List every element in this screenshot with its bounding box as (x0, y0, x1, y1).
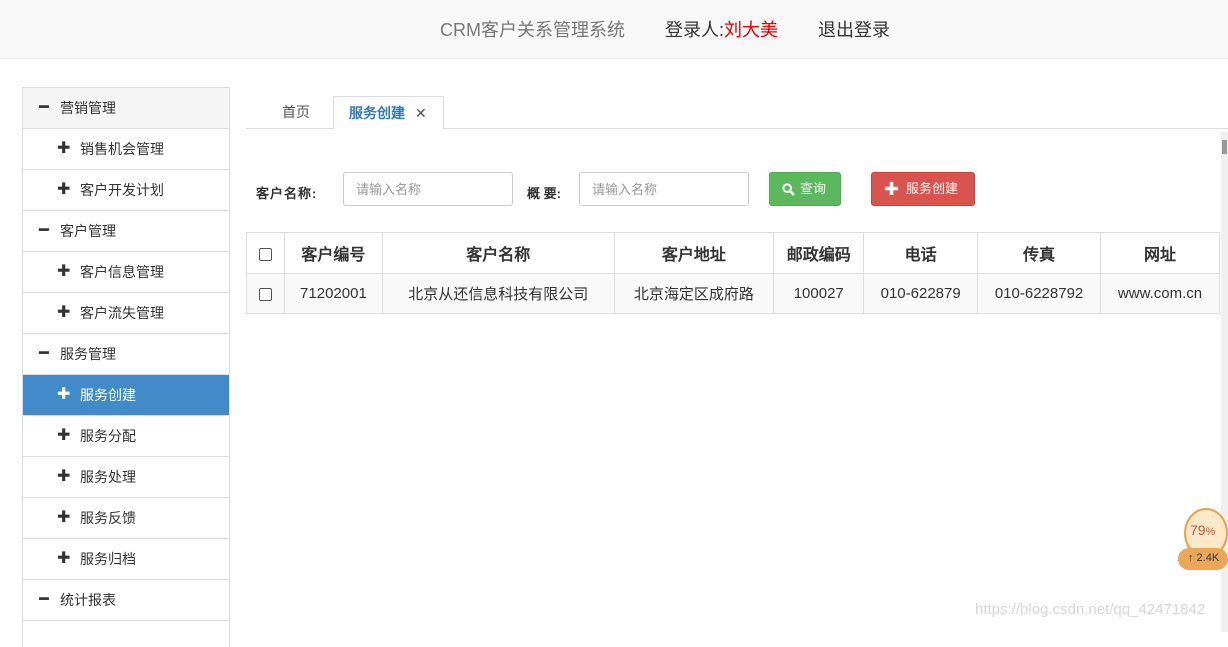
select-all-checkbox[interactable] (258, 247, 272, 261)
sidebar: ━ 营销管理 ✚ 销售机会管理 ✚ 客户开发计划 ━ 客户管理 ✚ 客户信息管理… (22, 87, 230, 647)
tab-service-create[interactable]: 服务创建 ✕ (333, 96, 444, 130)
minus-icon: ━ (39, 222, 49, 239)
plus-icon: ✚ (57, 304, 71, 321)
summary-label: 概 要: (527, 186, 561, 201)
tab-label: 服务创建 (349, 105, 405, 121)
customer-name-label: 客户名称: (256, 186, 318, 201)
plus-icon: ✚ (57, 509, 71, 526)
sidebar-item-label: 服务分配 (80, 428, 136, 444)
table-cell: www.com.cn (1100, 273, 1220, 314)
plus-icon: ✚ (57, 140, 71, 157)
column-header[interactable]: 邮政编码 (773, 232, 865, 274)
widget-speed: ↑ 2.4K (1188, 552, 1220, 564)
sidebar-item-label: 客户管理 (60, 223, 116, 239)
speed-widget[interactable]: 79% ↑ 2.4K (1178, 504, 1228, 574)
column-header[interactable]: 网址 (1100, 232, 1220, 274)
sidebar-group-customer[interactable]: ━ 客户管理 (23, 211, 229, 252)
sidebar-item-label: 服务管理 (60, 346, 116, 362)
sidebar-item-label: 服务创建 (80, 387, 136, 403)
table-row[interactable]: 71202001 北京从还信息科技有限公司 北京海定区成府路 100027 01… (246, 273, 1220, 314)
scrollbar-thumb[interactable] (1222, 140, 1227, 154)
sidebar-item-label: 服务反馈 (80, 510, 136, 526)
app-title[interactable]: CRM客户关系管理系统 (440, 16, 625, 42)
plus-icon: ✚ (57, 263, 71, 280)
plus-icon: ✚ (57, 181, 71, 198)
query-button-label: 查询 (800, 181, 827, 196)
sidebar-item-label: 客户开发计划 (80, 182, 164, 198)
sidebar-item-service-create[interactable]: ✚ 服务创建 (23, 375, 229, 416)
minus-icon: ━ (39, 345, 49, 362)
plus-icon: ✚ (57, 386, 71, 403)
column-header[interactable]: 传真 (977, 232, 1101, 274)
plus-icon: ✚ (57, 468, 71, 485)
login-label: 登录人: (665, 20, 725, 40)
sidebar-item-service-archive[interactable]: ✚ 服务归档 (23, 539, 229, 580)
table-cell: 100027 (773, 273, 865, 314)
column-header[interactable]: 客户编号 (283, 232, 383, 274)
login-info: 登录人:刘大美 (665, 16, 778, 42)
summary-input[interactable] (579, 172, 749, 206)
column-header[interactable]: 客户名称 (381, 232, 615, 274)
sidebar-item-label: 客户流失管理 (80, 305, 164, 321)
column-header[interactable]: 客户地址 (613, 232, 775, 274)
table-cell: 北京从还信息科技有限公司 (381, 273, 615, 314)
sidebar-item-label: 客户信息管理 (80, 264, 164, 280)
table-cell: 71202001 (283, 273, 383, 314)
service-create-button-label: 服务创建 (906, 181, 959, 196)
table-header-row: 客户编号 客户名称 客户地址 邮政编码 电话 传真 网址 (246, 232, 1220, 274)
column-header[interactable]: 电话 (863, 232, 979, 274)
login-user: 刘大美 (724, 20, 779, 40)
row-select-cell (246, 273, 285, 314)
sidebar-item-service-feedback[interactable]: ✚ 服务反馈 (23, 498, 229, 539)
customer-name-input[interactable] (343, 172, 513, 206)
table-cell: 010-622879 (863, 273, 979, 314)
service-create-button[interactable]: ✚ 服务创建 (871, 172, 975, 206)
query-button[interactable]: 查询 (769, 172, 841, 206)
sidebar-item-customer-info[interactable]: ✚ 客户信息管理 (23, 252, 229, 293)
sidebar-group-marketing[interactable]: ━ 营销管理 (23, 88, 229, 129)
minus-icon: ━ (39, 99, 49, 116)
plus-icon: ✚ (884, 179, 900, 199)
sidebar-item-label: 服务归档 (80, 551, 136, 567)
customer-table: 客户编号 客户名称 客户地址 邮政编码 电话 传真 网址 71202001 北京… (246, 232, 1220, 314)
close-icon[interactable]: ✕ (415, 97, 427, 129)
sidebar-item-label: 销售机会管理 (80, 141, 164, 157)
plus-icon: ✚ (57, 550, 71, 567)
sidebar-group-service[interactable]: ━ 服务管理 (23, 334, 229, 375)
row-checkbox[interactable] (258, 287, 272, 301)
widget-percent: 79% (1190, 522, 1216, 538)
top-navbar: CRM客户关系管理系统 登录人:刘大美 退出登录 (0, 0, 1228, 59)
sidebar-item-label: 统计报表 (60, 592, 116, 608)
tab-home[interactable]: 首页 (266, 96, 326, 129)
watermark: https://blog.csdn.net/qq_42471842 (975, 601, 1206, 618)
sidebar-item-service-assign[interactable]: ✚ 服务分配 (23, 416, 229, 457)
logout-link[interactable]: 退出登录 (818, 16, 890, 42)
table-cell: 010-6228792 (977, 273, 1101, 314)
select-all-cell (246, 232, 285, 274)
sidebar-item-label: 营销管理 (60, 100, 116, 116)
sidebar-item-customer-loss[interactable]: ✚ 客户流失管理 (23, 293, 229, 334)
plus-icon: ✚ (57, 427, 71, 444)
tab-bar: 首页 服务创建 ✕ (246, 96, 1228, 130)
sidebar-item-sales-opportunity[interactable]: ✚ 销售机会管理 (23, 129, 229, 170)
sidebar-item-label: 服务处理 (80, 469, 136, 485)
sidebar-item-service-handle[interactable]: ✚ 服务处理 (23, 457, 229, 498)
minus-icon: ━ (39, 591, 49, 608)
sidebar-group-reports[interactable]: ━ 统计报表 (23, 580, 229, 621)
table-cell: 北京海定区成府路 (613, 273, 775, 314)
sidebar-item-customer-dev-plan[interactable]: ✚ 客户开发计划 (23, 170, 229, 211)
search-icon (782, 173, 795, 205)
